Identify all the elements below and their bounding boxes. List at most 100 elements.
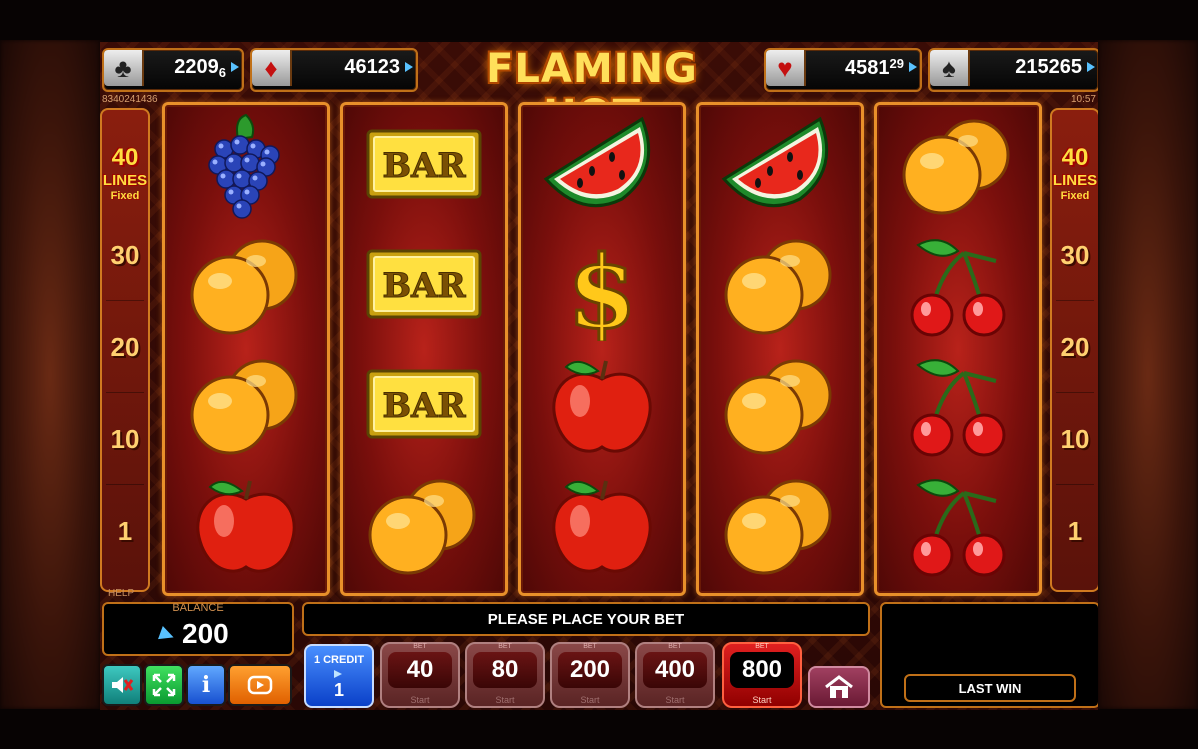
autoplay-icon	[247, 675, 273, 695]
last-win-panel: LAST WIN	[880, 602, 1098, 708]
arrow-icon	[158, 626, 176, 644]
lines-count: 40	[111, 144, 139, 171]
bar-symbol: BAR	[366, 249, 482, 319]
clubs-icon: ♣	[104, 50, 144, 86]
bet-button-80[interactable]: BET 80 Start	[465, 642, 545, 708]
bet-button-40[interactable]: BET 40 Start	[380, 642, 460, 708]
jackpot-hearts: ♥ 458129	[764, 48, 922, 92]
balance-display: BALANCE 200	[102, 602, 294, 656]
reel-4	[696, 102, 864, 596]
fullscreen-button[interactable]	[144, 664, 184, 706]
sound-button[interactable]	[102, 664, 142, 706]
svg-text:$: $	[567, 233, 637, 341]
help-label[interactable]: HELP	[108, 588, 134, 599]
bet-start-label: Start	[495, 695, 515, 705]
bet-caption: BET	[755, 643, 769, 650]
orange-symbol	[368, 479, 476, 575]
info-button[interactable]: i	[186, 664, 226, 706]
orange-symbol	[190, 359, 298, 455]
lines-count: 40	[1061, 144, 1089, 171]
line-marker-20[interactable]: 20	[1052, 332, 1098, 363]
reel-5	[874, 102, 1042, 596]
cherry-symbol	[910, 239, 1006, 337]
spades-icon: ♠	[930, 50, 970, 86]
bet-start-label: Start	[580, 695, 600, 705]
slot-machine: ♣ 22096 ♦ 46123 ♥ 458129 ♠ 215265 FLAMIN…	[100, 42, 1098, 710]
jackpot-diamonds-value: 46123	[344, 56, 400, 78]
jackpot-hearts-value: 458129	[845, 56, 904, 79]
dollar-symbol: $	[566, 232, 639, 342]
lines-panel-right: 40 LINES Fixed 30 20 10 1	[1050, 108, 1098, 592]
backdrop-left	[0, 40, 100, 709]
bar-symbol: BAR	[366, 129, 482, 199]
bet-button-400[interactable]: BET 400 Start	[635, 642, 715, 708]
watermelon-symbol	[543, 116, 651, 208]
credit-button[interactable]: 1 CREDIT 1	[304, 644, 374, 708]
bet-caption: BET	[583, 643, 597, 650]
line-marker-1[interactable]: 1	[102, 516, 148, 547]
bet-value: 80	[473, 652, 537, 688]
arrow-icon	[405, 62, 413, 72]
line-marker-1[interactable]: 1	[1052, 516, 1098, 547]
jackpot-clubs-value: 22096	[174, 56, 226, 80]
apple-symbol	[552, 480, 652, 573]
lines-label: LINES	[102, 172, 148, 189]
divider	[1056, 392, 1094, 393]
divider	[1056, 300, 1094, 301]
orange-symbol	[724, 479, 832, 575]
status-message: PLEASE PLACE YOUR BET	[302, 602, 870, 636]
backdrop-right	[1098, 40, 1198, 709]
reel-3: $	[518, 102, 686, 596]
sound-muted-icon	[112, 677, 134, 693]
home-button[interactable]	[808, 666, 870, 708]
divider	[106, 300, 144, 301]
lines-mode: Fixed	[1060, 190, 1090, 202]
reel-1	[162, 102, 330, 596]
watermelon-symbol	[721, 116, 829, 208]
credit-value: 1	[333, 680, 344, 700]
bet-start-label: Start	[752, 695, 772, 705]
bet-button-800[interactable]: BET 800 Start	[722, 642, 802, 708]
divider	[106, 484, 144, 485]
bar-symbol: BAR	[366, 369, 482, 439]
arrow-icon	[1087, 62, 1095, 72]
balance-caption: BALANCE	[172, 602, 224, 614]
line-marker-20[interactable]: 20	[102, 332, 148, 363]
reel-2: BAR BAR BAR	[340, 102, 508, 596]
bet-value: 400	[643, 652, 707, 688]
top-letterbox	[0, 0, 1198, 40]
lines-panel-left: 40 LINES Fixed 30 20 10 1	[100, 108, 150, 592]
divider	[106, 392, 144, 393]
cherry-symbol	[910, 479, 1006, 577]
autoplay-button[interactable]	[228, 664, 292, 706]
bet-value: 40	[388, 652, 452, 688]
line-marker-30[interactable]: 30	[1052, 240, 1098, 271]
clock: 10:57	[1070, 94, 1096, 105]
line-marker-10[interactable]: 10	[1052, 424, 1098, 455]
jackpot-clubs: ♣ 22096	[102, 48, 244, 92]
balance-amount: 200	[182, 618, 229, 649]
grapes-symbol	[208, 113, 280, 219]
bet-caption: BET	[413, 643, 427, 650]
arrow-icon	[334, 670, 342, 678]
session-id: 8340241436	[102, 94, 158, 105]
arrow-icon	[909, 62, 917, 72]
svg-text:BAR: BAR	[382, 386, 466, 426]
jackpot-spades-value: 215265	[1015, 56, 1082, 78]
apple-symbol	[552, 360, 652, 453]
cherry-symbol	[910, 359, 1006, 457]
fullscreen-icon	[152, 673, 176, 697]
orange-symbol	[902, 119, 1010, 215]
last-win-label: LAST WIN	[904, 674, 1076, 702]
line-marker-10[interactable]: 10	[102, 424, 148, 455]
orange-symbol	[724, 359, 832, 455]
bet-value: 200	[558, 652, 622, 688]
bet-button-200[interactable]: BET 200 Start	[550, 642, 630, 708]
jackpot-diamonds: ♦ 46123	[250, 48, 418, 92]
hearts-icon: ♥	[766, 50, 806, 86]
info-icon: i	[201, 672, 211, 698]
home-icon	[825, 675, 853, 698]
line-marker-30[interactable]: 30	[102, 240, 148, 271]
bet-value: 800	[730, 652, 794, 688]
bet-start-label: Start	[410, 695, 430, 705]
